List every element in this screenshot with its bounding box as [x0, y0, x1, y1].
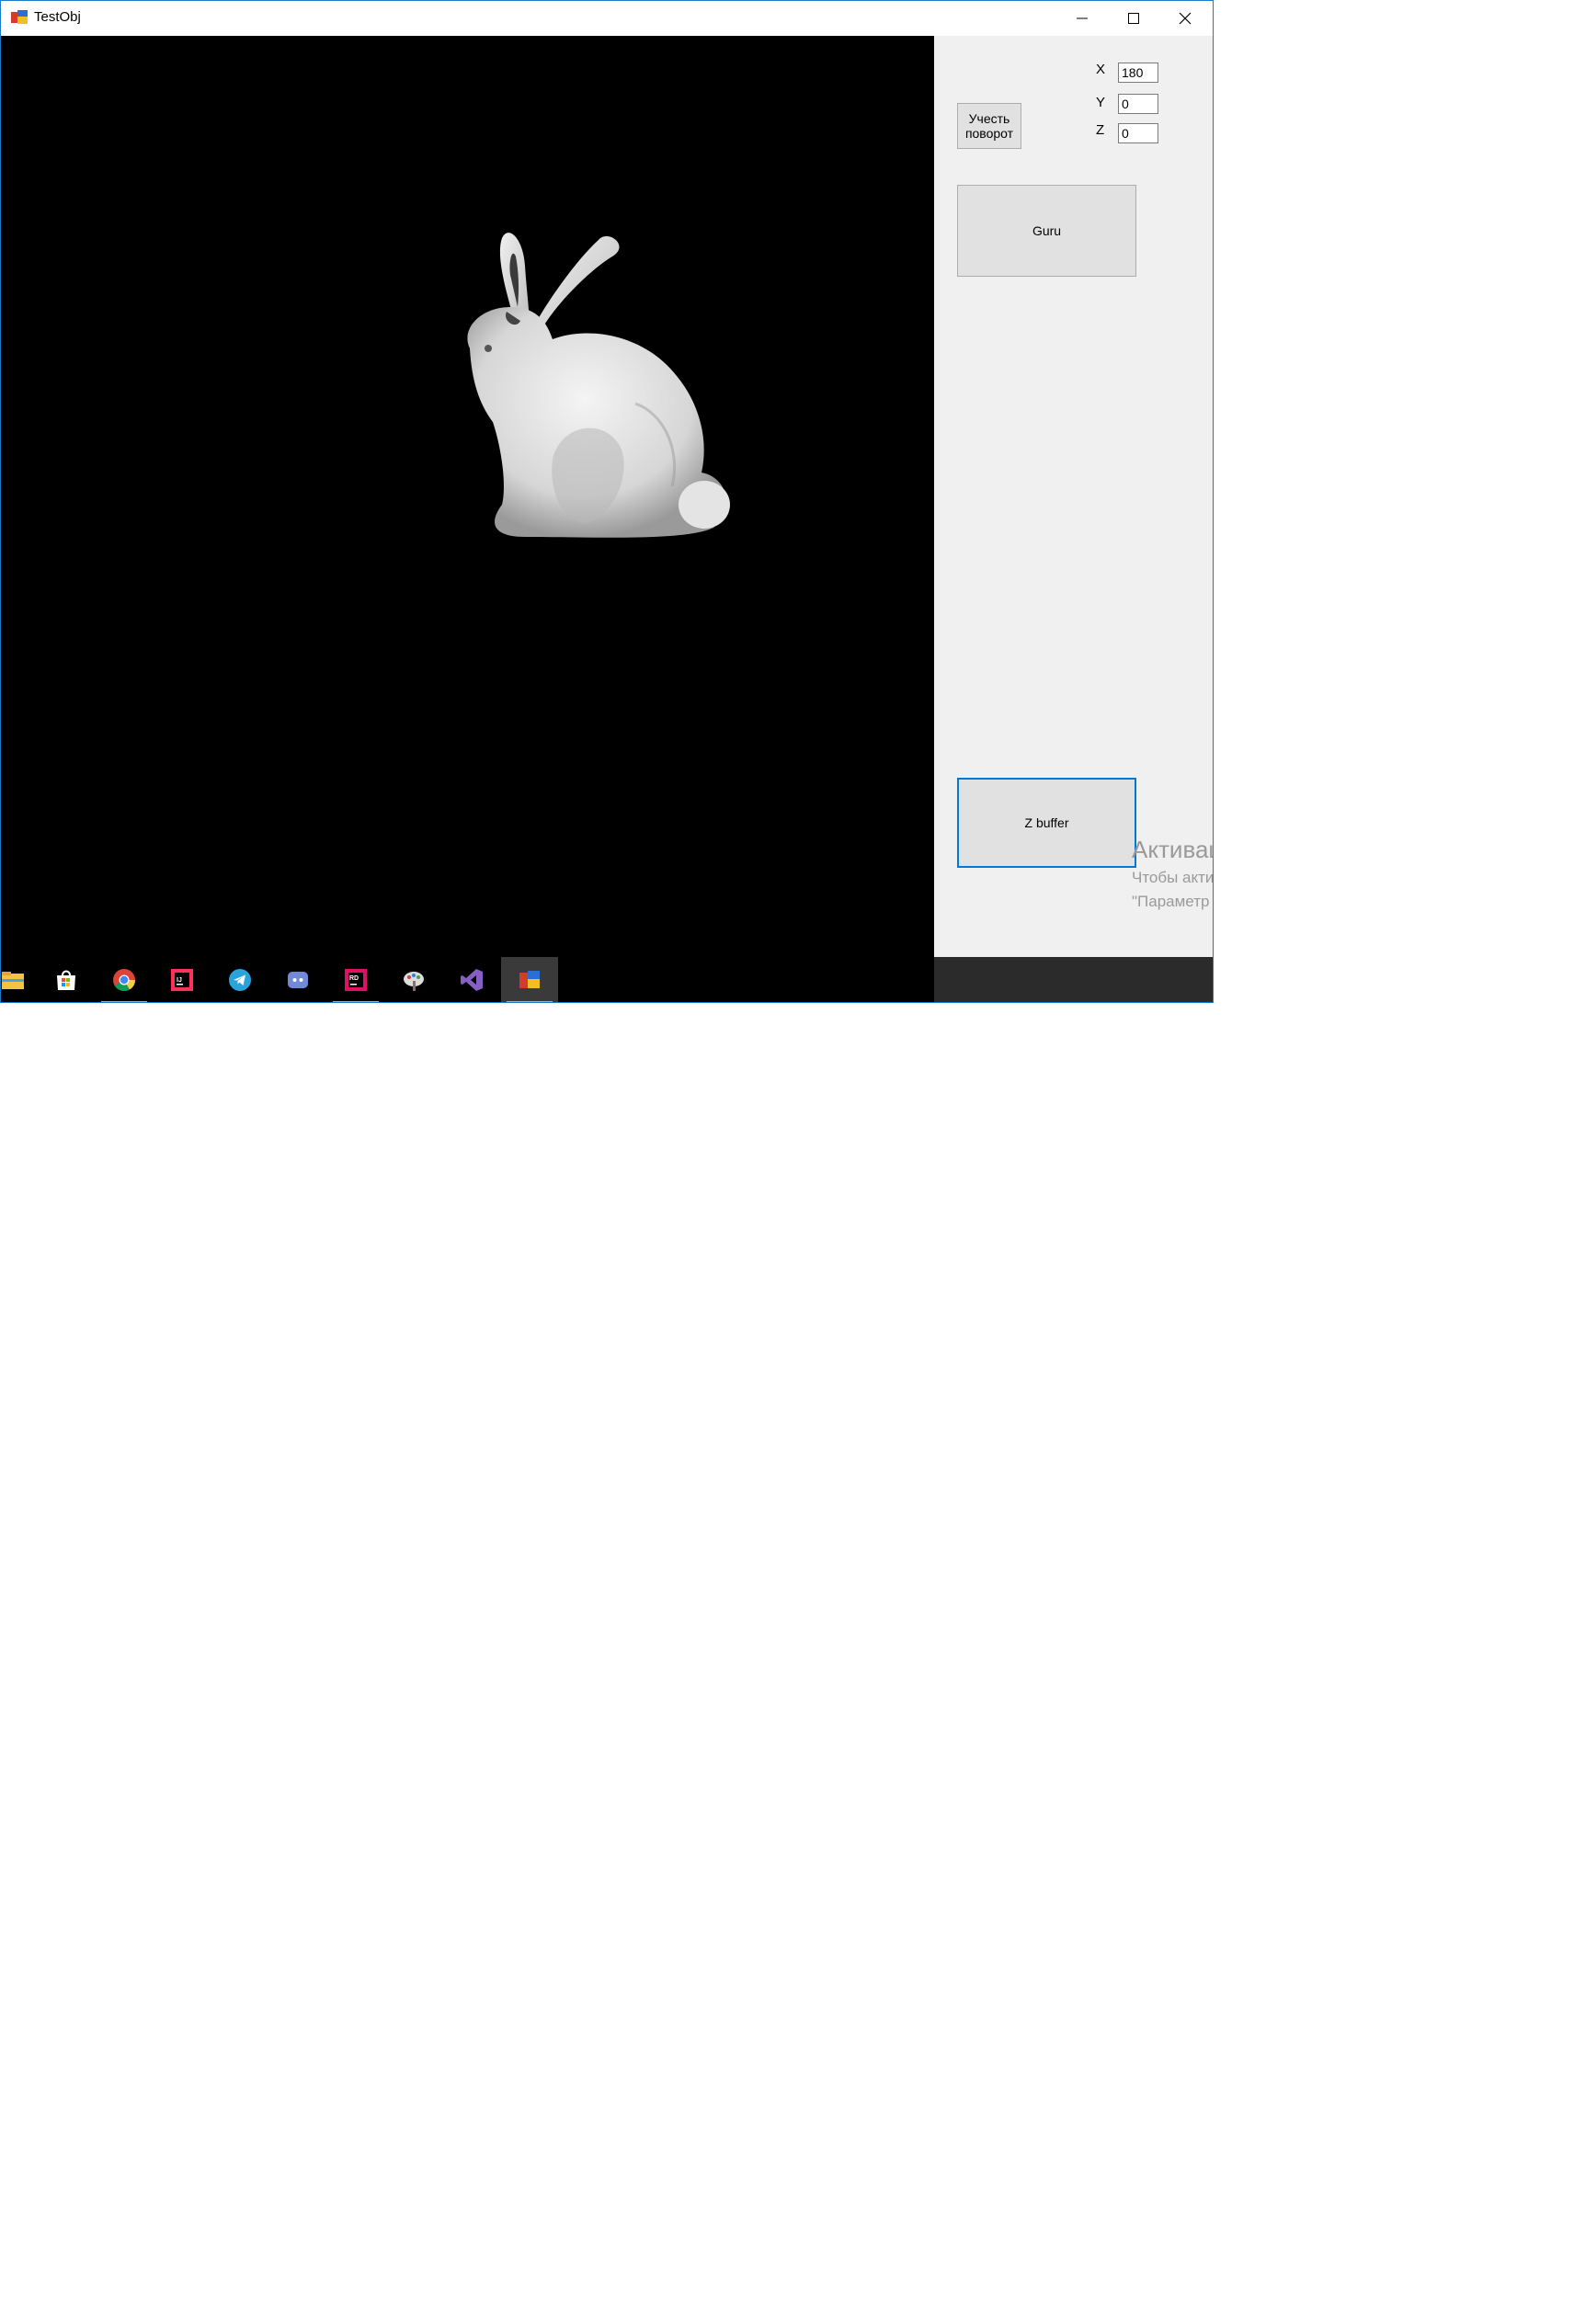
taskbar-visual-studio[interactable] [443, 957, 500, 1002]
x-label: X [1096, 62, 1106, 77]
taskbar-testobj[interactable] [501, 957, 558, 1002]
windows-activation-line2: "Параметр [1132, 893, 1210, 910]
running-indicator [101, 1001, 147, 1002]
zbuffer-button[interactable]: Z buffer [957, 778, 1136, 868]
telegram-icon [229, 969, 251, 991]
taskbar-intellij[interactable]: IJ [154, 957, 211, 1002]
z-label: Z [1096, 122, 1105, 138]
taskbar-store[interactable] [38, 957, 95, 1002]
rider-icon: RD [345, 969, 367, 991]
app-window: TestObj X 180 Y 0 Z 0 Учесть поворот Gur… [0, 0, 1214, 1003]
visual-studio-icon [461, 969, 483, 991]
bunny-model-render [467, 233, 730, 538]
y-label: Y [1096, 95, 1106, 110]
taskbar-file-explorer[interactable] [1, 957, 41, 1002]
intellij-icon: IJ [171, 969, 193, 991]
minimize-button[interactable] [1056, 1, 1108, 36]
taskbar-rider[interactable]: RD [327, 957, 384, 1002]
running-indicator [507, 1001, 553, 1002]
taskbar: IJ RD [1, 957, 1213, 1002]
x-rotation-input[interactable] [1118, 63, 1158, 83]
svg-text:IJ: IJ [177, 977, 182, 984]
paint-icon [404, 972, 424, 991]
y-rotation-input[interactable] [1118, 94, 1158, 114]
store-icon [57, 970, 75, 990]
close-button[interactable] [1159, 1, 1211, 36]
minimize-icon [1077, 17, 1088, 19]
z-rotation-input[interactable] [1118, 123, 1158, 143]
taskbar-telegram[interactable] [211, 957, 268, 1002]
svg-text:RD: RD [349, 975, 359, 982]
app-icon [11, 10, 28, 25]
windows-activation-title: Активац [1132, 836, 1214, 863]
chrome-icon [113, 969, 135, 992]
apply-rotation-button[interactable]: Учесть поворот [957, 103, 1021, 149]
guru-button[interactable]: Guru [957, 185, 1136, 277]
title-bar[interactable]: TestObj [1, 1, 1213, 36]
windows-activation-line1: Чтобы акти [1132, 869, 1214, 886]
maximize-icon [1128, 13, 1139, 24]
taskbar-discord[interactable] [269, 957, 326, 1002]
control-panel: X Y Z Учесть поворот Guru Z buffer [934, 36, 1213, 957]
window-title: TestObj [34, 9, 81, 25]
taskbar-chrome[interactable] [96, 957, 153, 1002]
taskbar-paint[interactable] [385, 957, 442, 1002]
file-explorer-icon [2, 972, 24, 989]
close-icon [1179, 12, 1192, 25]
discord-icon [288, 972, 308, 988]
render-viewport[interactable] [1, 36, 934, 1002]
maximize-button[interactable] [1108, 1, 1159, 36]
testobj-app-icon [519, 971, 540, 988]
running-indicator [333, 1001, 379, 1002]
